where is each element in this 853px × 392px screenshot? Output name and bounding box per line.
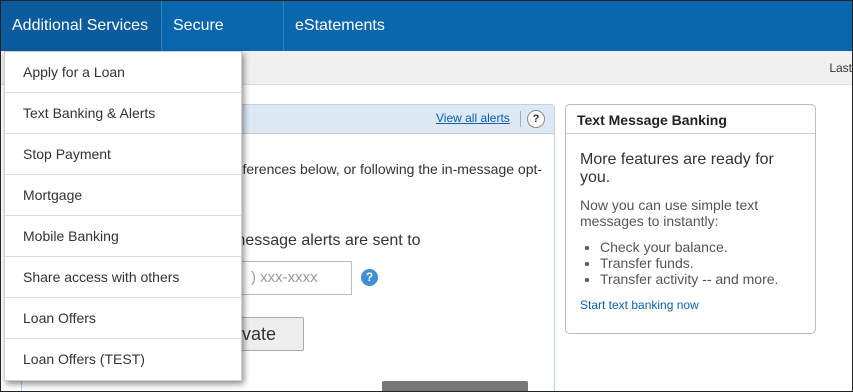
start-text-banking-link[interactable]: Start text banking now (580, 298, 699, 312)
list-item: Check your balance. (600, 239, 778, 255)
menu-item-loan-offers[interactable]: Loan Offers (5, 298, 241, 339)
additional-services-menu: Apply for a Loan Text Banking & Alerts S… (4, 51, 242, 381)
list-item: Transfer activity -- and more. (600, 271, 778, 287)
last-login-text: Last (829, 61, 852, 75)
text-message-banking-box: Text Message Banking More features are r… (565, 104, 816, 334)
tab-additional-services[interactable]: Additional Services (1, 1, 161, 51)
menu-item-apply-for-loan[interactable]: Apply for a Loan (5, 52, 241, 93)
browser-viewport: Additional Services Secure Forms eStatem… (0, 0, 853, 392)
menu-item-mortgage[interactable]: Mortgage (5, 175, 241, 216)
message-alerts-label: message alerts are sent to (232, 232, 421, 249)
menu-item-loan-offers-test[interactable]: Loan Offers (TEST) (5, 339, 241, 380)
menu-item-mobile-banking[interactable]: Mobile Banking (5, 216, 241, 257)
phone-number-input[interactable]: ) xxx-xxxx (232, 261, 352, 295)
text-banking-lead: More features are ready for you. (580, 151, 774, 186)
list-item: Transfer funds. (600, 255, 778, 271)
tab-estatements[interactable]: eStatements (284, 1, 394, 51)
text-banking-title: Text Message Banking (566, 105, 815, 134)
top-navigation: Additional Services Secure Forms eStatem… (1, 1, 852, 84)
header-divider (520, 111, 521, 127)
help-icon[interactable]: ? (527, 110, 545, 128)
tab-secure-forms[interactable]: Secure Forms (162, 1, 283, 84)
view-all-alerts-link[interactable]: View all alerts (436, 111, 510, 125)
feature-list: Check your balance. Transfer funds. Tran… (580, 239, 778, 287)
text-banking-body: Now you can use simple text messages to … (580, 197, 759, 229)
question-circle-icon[interactable]: ? (361, 269, 378, 286)
activate-button[interactable]: tivate (232, 317, 304, 351)
menu-item-stop-payment[interactable]: Stop Payment (5, 134, 241, 175)
preferences-text: references below, or following the in-me… (230, 161, 543, 177)
menu-item-text-banking-alerts[interactable]: Text Banking & Alerts (5, 93, 241, 134)
menu-item-share-access[interactable]: Share access with others (5, 257, 241, 298)
scrollbar-thumb[interactable] (382, 381, 528, 391)
